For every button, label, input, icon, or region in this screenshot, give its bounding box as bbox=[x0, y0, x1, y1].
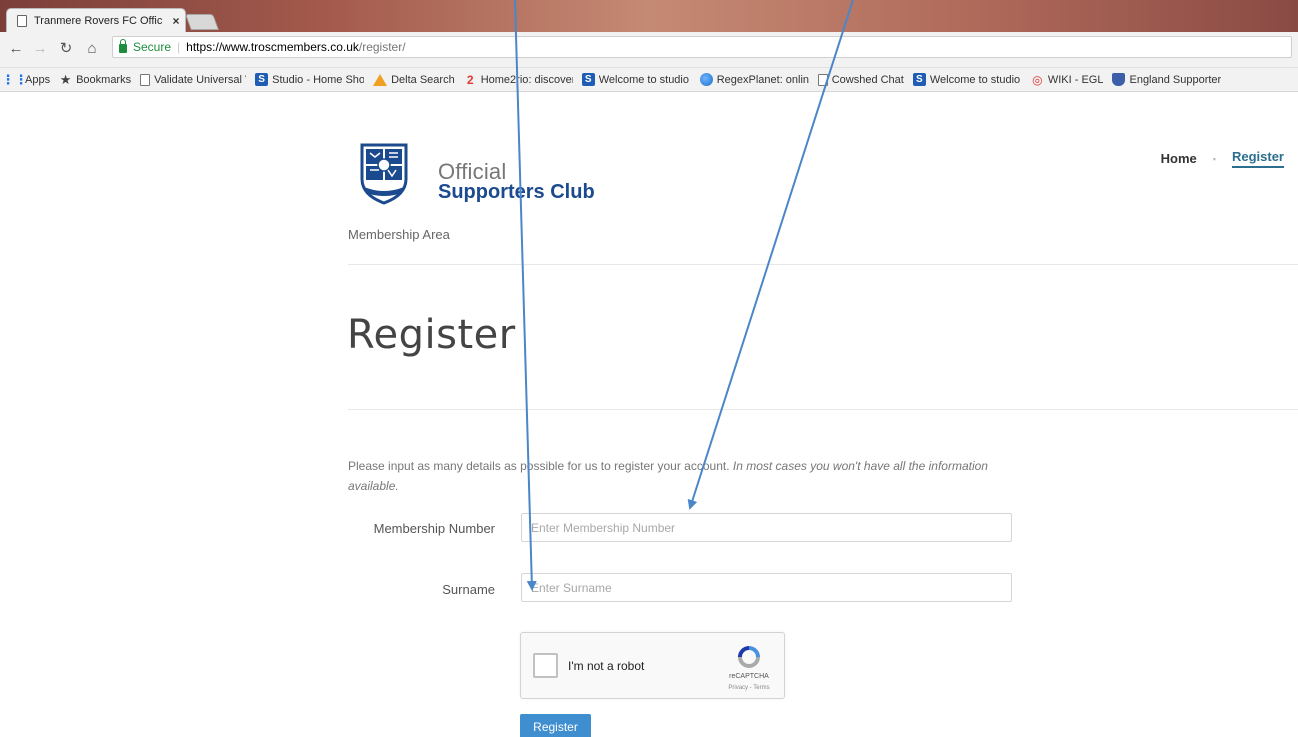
recaptcha-widget: I'm not a robot reCAPTCHA Privacy - Term… bbox=[520, 632, 785, 699]
membership-number-label: Membership Number bbox=[373, 521, 495, 536]
bookmarks-bar: ⋮⋮Apps★BookmarksValidate Universal VarSS… bbox=[0, 68, 1298, 92]
lock-icon bbox=[119, 39, 127, 53]
studio-icon: S bbox=[912, 73, 926, 86]
bookmark-label: Bookmarks bbox=[76, 73, 132, 86]
reload-icon[interactable]: ↻ bbox=[56, 38, 76, 58]
bookmark-label: RegexPlanet: online re bbox=[716, 73, 809, 86]
bookmark-item[interactable]: ◎ WIKI - EGL bbox=[1031, 72, 1104, 87]
star-icon: ★ bbox=[59, 71, 72, 87]
recaptcha-checkbox[interactable] bbox=[533, 653, 558, 678]
recaptcha-brand: reCAPTCHA bbox=[729, 673, 769, 680]
bookmark-item[interactable]: Delta Search bbox=[373, 73, 455, 86]
url-host: https://www.troscmembers.co.uk bbox=[186, 40, 359, 54]
wiki-icon: ◎ bbox=[1032, 72, 1043, 87]
title-divider bbox=[348, 409, 1298, 410]
apps-icon: ⋮⋮ bbox=[1, 71, 28, 87]
top-navigation: Home ▪ Register bbox=[1161, 149, 1284, 168]
back-arrow-icon[interactable]: ← bbox=[6, 38, 26, 58]
browser-toolbar: ← → ↻ ⌂ Secure | https://www.troscmember… bbox=[0, 32, 1298, 68]
bookmark-label: Welcome to studio - S bbox=[929, 73, 1022, 86]
home2rio-icon: 2 bbox=[466, 72, 474, 87]
studio-icon: S bbox=[581, 73, 595, 86]
page-icon bbox=[17, 14, 27, 27]
register-button[interactable]: Register bbox=[520, 714, 591, 737]
bookmark-item[interactable]: SStudio - Home Shopp bbox=[255, 73, 364, 86]
recaptcha-label: I'm not a robot bbox=[568, 659, 645, 673]
page-title: Register bbox=[347, 312, 516, 358]
bookmark-item[interactable]: SWelcome to studio - S bbox=[581, 73, 691, 86]
bookmark-label: WIKI - EGL bbox=[1047, 73, 1104, 86]
bookmark-item[interactable]: Validate Universal Var bbox=[140, 73, 246, 86]
membership-number-input[interactable] bbox=[521, 513, 1012, 542]
club-crest-icon[interactable] bbox=[358, 143, 410, 205]
globe-icon bbox=[699, 73, 713, 86]
annotation-arrows bbox=[514, 0, 854, 591]
intro-text: Please input as many details as possible… bbox=[348, 456, 988, 496]
tab-title: Tranmere Rovers FC Offic bbox=[34, 14, 163, 27]
bookmark-label: Welcome to studio - S bbox=[598, 73, 691, 86]
logo-club-text: Supporters Club bbox=[438, 181, 595, 203]
bookmark-label: Apps bbox=[25, 73, 51, 86]
recaptcha-privacy-terms-link[interactable]: Privacy - Terms bbox=[718, 685, 780, 691]
bookmark-label: England Supporter bbox=[1129, 73, 1222, 86]
nav-home-link[interactable]: Home bbox=[1161, 151, 1197, 166]
home-icon[interactable]: ⌂ bbox=[82, 38, 102, 58]
address-bar[interactable]: Secure | https://www.troscmembers.co.uk … bbox=[112, 36, 1292, 58]
page-icon bbox=[817, 73, 828, 86]
intro-plain: Please input as many details as possible… bbox=[348, 459, 733, 473]
bookmark-item[interactable]: England Supporter bbox=[1112, 73, 1221, 86]
nav-register-link[interactable]: Register bbox=[1231, 149, 1284, 168]
browser-tab-bar: Tranmere Rovers FC Offic × bbox=[0, 0, 1298, 32]
tab-close-icon[interactable]: × bbox=[167, 14, 185, 28]
delta-icon bbox=[373, 73, 388, 86]
bookmark-item[interactable]: ★ Bookmarks bbox=[59, 71, 132, 87]
bookmark-label: Home2rio: discover hc bbox=[480, 73, 573, 86]
forward-arrow-icon[interactable]: → bbox=[30, 38, 50, 58]
page-icon bbox=[140, 73, 151, 86]
secure-label: Secure bbox=[133, 40, 172, 54]
shield-icon bbox=[1112, 73, 1126, 86]
new-tab-button[interactable] bbox=[185, 14, 219, 30]
url-path: /register/ bbox=[358, 40, 406, 54]
browser-tab[interactable]: Tranmere Rovers FC Offic × bbox=[6, 8, 186, 32]
nav-separator: ▪ bbox=[1212, 153, 1216, 164]
surname-input[interactable] bbox=[521, 573, 1012, 602]
bookmark-item[interactable]: 2 Home2rio: discover hc bbox=[464, 72, 573, 87]
header-divider bbox=[348, 264, 1298, 265]
bookmark-label: Cowshed Chat bbox=[831, 73, 904, 86]
bookmark-label: Delta Search bbox=[391, 73, 455, 86]
bookmark-label: Validate Universal Var bbox=[154, 73, 246, 86]
bookmark-item[interactable]: ⋮⋮ Apps bbox=[1, 71, 51, 87]
site-subtitle: Membership Area bbox=[348, 227, 450, 242]
bookmark-label: Studio - Home Shopp bbox=[272, 73, 364, 86]
bookmark-item[interactable]: SWelcome to studio - S bbox=[912, 73, 1022, 86]
bookmark-item[interactable]: RegexPlanet: online re bbox=[699, 73, 809, 86]
bookmark-item[interactable]: Cowshed Chat bbox=[817, 73, 904, 86]
surname-label: Surname bbox=[442, 582, 495, 597]
studio-icon: S bbox=[255, 73, 269, 86]
recaptcha-logo-icon bbox=[738, 646, 760, 668]
url-separator: | bbox=[177, 40, 181, 54]
